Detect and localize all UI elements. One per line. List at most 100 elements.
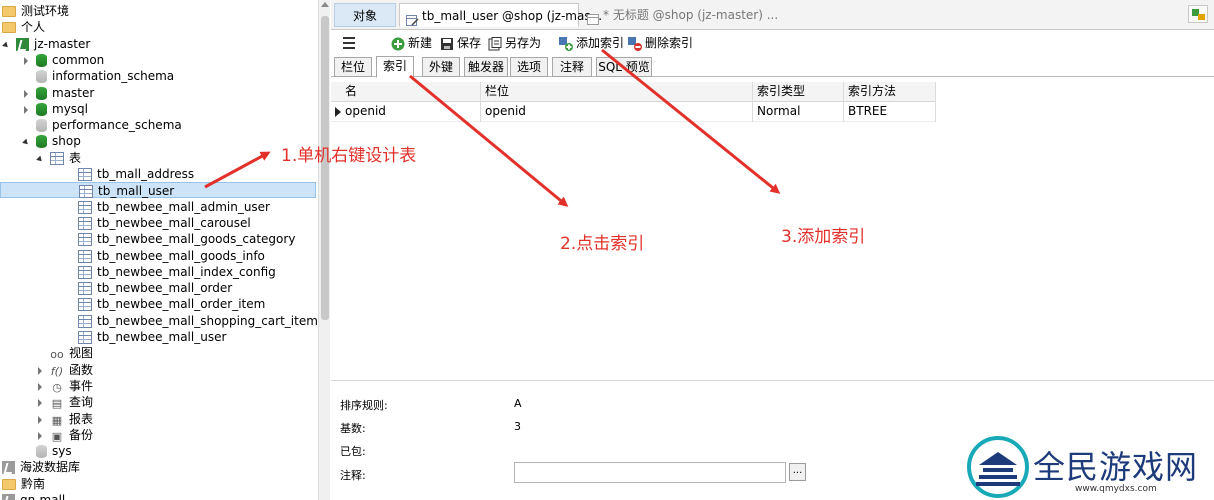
tab-tb-mall-user-design[interactable]: tb_mall_user @shop (jz-mas... — [399, 3, 602, 27]
tree-item-label: 表 — [69, 151, 82, 165]
column-header-name[interactable]: 名 — [341, 82, 481, 102]
tree-item-label: qn-mall — [20, 493, 66, 500]
cell-index-type[interactable]: Normal — [753, 102, 844, 122]
collapsed-arrow-icon[interactable] — [22, 89, 30, 98]
tree-item-label: shop — [52, 134, 81, 148]
tree-item[interactable]: 测试环境 — [2, 3, 69, 19]
tree-item[interactable]: tb_newbee_mall_carousel — [64, 215, 251, 231]
functions-icon: f() — [50, 364, 64, 378]
tree-item-label: master — [52, 86, 95, 100]
views-icon: oo — [50, 347, 64, 361]
grid-header: 名 栏位 索引类型 索引方法 — [331, 82, 936, 102]
collapsed-arrow-icon[interactable] — [22, 105, 30, 114]
tree-item[interactable]: jz-master — [2, 36, 90, 52]
tree-item[interactable]: tb_newbee_mall_order — [64, 280, 232, 296]
tree-item[interactable]: performance_schema — [22, 117, 182, 133]
tree-item[interactable]: tb_mall_address — [64, 166, 194, 182]
tree-item[interactable]: tb_mall_user — [0, 182, 316, 198]
save-as-icon — [488, 36, 502, 51]
tree-item[interactable]: shop — [22, 133, 81, 149]
tab-foreign-keys[interactable]: 外键 — [422, 57, 460, 77]
tree-item[interactable]: tb_newbee_mall_index_config — [64, 264, 276, 280]
folder-icon — [2, 6, 16, 17]
tab-sql-preview[interactable]: SQL 预览 — [596, 57, 652, 77]
tree-item[interactable]: tb_newbee_mall_goods_category — [64, 231, 295, 247]
scrollbar-thumb[interactable] — [321, 16, 329, 320]
tree-item-label: tb_mall_address — [97, 167, 195, 181]
folder-icon — [2, 479, 16, 490]
collapsed-arrow-icon[interactable] — [36, 382, 44, 391]
tree-item[interactable]: tb_newbee_mall_user — [64, 329, 226, 345]
tree-item[interactable]: f() 函数 — [36, 362, 93, 378]
backups-icon: ▣ — [51, 429, 63, 443]
tab-triggers[interactable]: 触发器 — [464, 57, 508, 77]
tree-item[interactable]: tb_newbee_mall_admin_user — [64, 199, 270, 215]
expanded-arrow-icon[interactable] — [22, 138, 30, 146]
tree-item[interactable]: 海波数据库 — [2, 459, 80, 475]
collation-label: 排序规则: — [340, 399, 388, 412]
tree-item[interactable]: ▦ 报表 — [36, 411, 93, 427]
tab-options[interactable]: 选项 — [510, 57, 548, 77]
tab-indexes[interactable]: 索引 — [376, 56, 414, 78]
cell-index-name[interactable]: openid — [341, 102, 481, 122]
tab-untitled-query[interactable]: * 无标题 @shop (jz-master) ... — [581, 3, 778, 27]
tree-item[interactable]: information_schema — [22, 68, 174, 84]
save-as-button[interactable]: 另存为 — [488, 34, 541, 52]
tree-item-label: tb_newbee_mall_order — [97, 281, 233, 295]
collapsed-arrow-icon[interactable] — [36, 398, 44, 407]
tree-item[interactable]: oo 视图 — [36, 345, 93, 361]
database-icon — [36, 87, 47, 100]
save-button[interactable]: 保存 — [440, 34, 481, 52]
tree-item[interactable]: 个人 — [2, 19, 45, 35]
tab-objects[interactable]: 对象 — [334, 3, 396, 27]
comment-field[interactable] — [514, 462, 786, 483]
collapsed-arrow-icon[interactable] — [22, 56, 30, 65]
comment-edit-button[interactable]: ... — [789, 463, 806, 481]
tree-item[interactable]: common — [22, 52, 104, 68]
tree-item[interactable]: tb_newbee_mall_shopping_cart_item — [64, 313, 318, 329]
collapsed-arrow-icon[interactable] — [36, 366, 44, 375]
objects-view-button[interactable] — [1188, 5, 1208, 23]
tree-item[interactable]: ▤ 查询 — [36, 394, 93, 410]
scroll-up-icon[interactable] — [321, 2, 329, 7]
table-icon — [78, 282, 92, 295]
watermark-url: www.qmydxs.com — [1075, 484, 1157, 494]
tab-fields[interactable]: 栏位 — [334, 57, 372, 77]
collapsed-arrow-icon[interactable] — [36, 415, 44, 424]
column-header-index-method[interactable]: 索引方法 — [844, 82, 936, 102]
column-header-fields[interactable]: 栏位 — [481, 82, 753, 102]
tree-item[interactable]: sys — [22, 443, 72, 459]
queries-icon: ▤ — [51, 396, 63, 410]
tree-item-label: tb_newbee_mall_goods_category — [97, 232, 296, 246]
new-button[interactable]: 新建 — [391, 34, 432, 52]
tree-item[interactable]: 黔南 — [2, 476, 45, 492]
collapsed-arrow-icon[interactable] — [36, 431, 44, 440]
menu-icon[interactable] — [343, 34, 357, 52]
tree-item[interactable]: master — [22, 85, 94, 101]
tree-item[interactable]: ◷ 事件 — [36, 378, 93, 394]
document-tab-bar: 对象 tb_mall_user @shop (jz-mas... * 无标题 @… — [331, 0, 1214, 30]
tree-item[interactable]: qn-mall — [2, 492, 65, 500]
connection-icon — [16, 38, 29, 51]
tree-item[interactable]: ▣ 备份 — [36, 427, 93, 443]
tables-icon — [50, 152, 64, 165]
connection-grey-icon — [2, 494, 15, 500]
tab-comment[interactable]: 注释 — [552, 57, 592, 77]
tree-item[interactable]: tb_newbee_mall_goods_info — [64, 248, 265, 264]
column-header-index-type[interactable]: 索引类型 — [753, 82, 844, 102]
expanded-arrow-icon[interactable] — [36, 155, 44, 163]
expanded-arrow-icon[interactable] — [2, 41, 10, 49]
cell-index-fields[interactable]: openid — [481, 102, 753, 122]
table-row[interactable]: openid openid Normal BTREE — [331, 102, 936, 122]
tree-item[interactable]: mysql — [22, 101, 88, 117]
cell-index-method[interactable]: BTREE — [844, 102, 936, 122]
add-index-button[interactable]: 添加索引 — [559, 34, 624, 52]
table-icon — [78, 298, 92, 311]
tree-item-label: tb_newbee_mall_carousel — [97, 216, 251, 230]
tree-item[interactable]: tb_newbee_mall_order_item — [64, 296, 265, 312]
delete-index-button[interactable]: 删除索引 — [628, 34, 693, 52]
navigator-scrollbar[interactable] — [318, 0, 330, 500]
tree-item[interactable]: 表 — [36, 150, 81, 166]
